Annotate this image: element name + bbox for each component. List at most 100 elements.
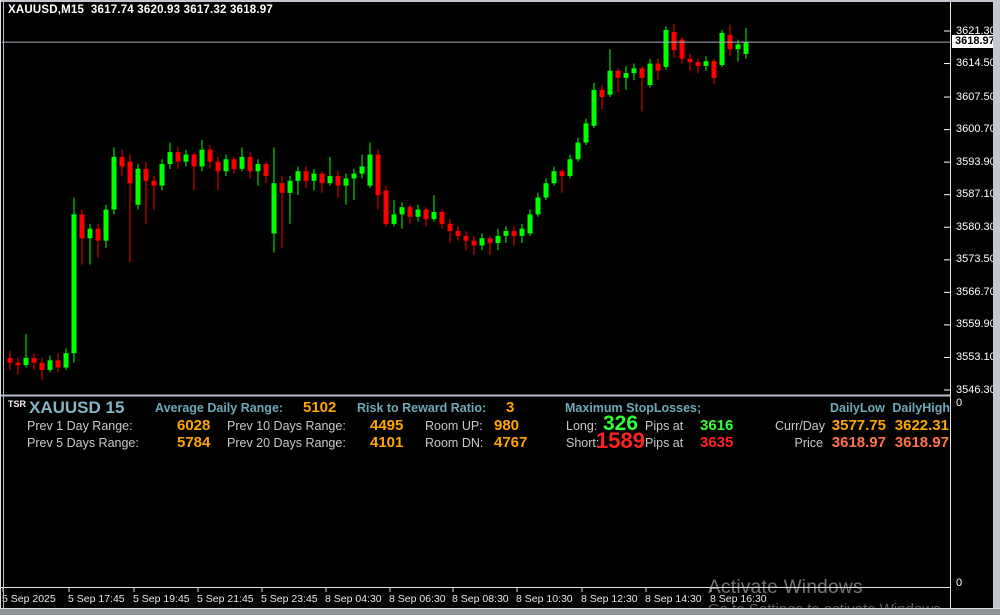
roomup-value: 980 <box>494 417 520 434</box>
window-frame-right[interactable] <box>993 0 1000 615</box>
candle-body <box>95 228 101 241</box>
prev10-label: Prev 10 Days Range: <box>227 419 346 433</box>
prev10-value: 4495 <box>370 417 404 434</box>
candle-body <box>391 214 397 224</box>
time-axis-label: 8 Sep 06:30 <box>389 593 446 605</box>
candle-body <box>503 231 509 236</box>
price-axis-label: 3593.90 <box>956 155 996 168</box>
window-frame-top <box>0 0 1000 2</box>
time-axis-label: 8 Sep 10:30 <box>516 593 573 605</box>
rrr-value: 3 <box>506 399 515 416</box>
candle-body <box>199 149 205 167</box>
candle-body <box>287 180 293 193</box>
candle-body <box>175 152 181 162</box>
candle-body <box>247 156 253 172</box>
prev20-label: Prev 20 Days Range: <box>227 436 346 450</box>
short-price-value: 3635 <box>700 434 734 451</box>
candle-body <box>591 89 597 126</box>
roomdn-value: 4767 <box>494 434 528 451</box>
candle-body <box>183 154 189 162</box>
time-axis-label: 8 Sep 04:30 <box>325 593 382 605</box>
candle-body <box>511 231 517 236</box>
candle-body <box>463 235 469 241</box>
time-axis-label: 5 Sep 17:45 <box>68 593 125 605</box>
candle-body <box>231 159 237 169</box>
candle-body <box>159 164 165 186</box>
candle-body <box>303 171 309 181</box>
candle-body <box>399 207 405 215</box>
short-label: Short: <box>566 436 600 450</box>
currday-high-value: 3622.31 <box>894 417 949 434</box>
long-price-value: 3616 <box>700 417 734 434</box>
panel-symbol-title: XAUUSD 15 <box>29 398 125 417</box>
candle-body <box>383 190 389 224</box>
price-high-value: 3618.97 <box>894 434 949 451</box>
price-axis-label: 3566.70 <box>956 285 996 298</box>
candle-body <box>375 154 381 196</box>
candle-body <box>639 68 645 78</box>
time-axis-label: 8 Sep 08:30 <box>452 593 509 605</box>
candle-body <box>39 362 45 370</box>
candle-body <box>151 180 157 186</box>
candle-body <box>31 357 37 363</box>
time-axis-label: 5 Sep 2025 <box>2 593 56 605</box>
candle-body <box>47 360 53 370</box>
price-axis-label: 3580.30 <box>956 220 996 233</box>
dailyhigh-header: DailyHigh <box>892 401 950 415</box>
candle-body <box>63 353 69 368</box>
prev20-value: 4101 <box>370 434 404 451</box>
adr-value: 5102 <box>303 399 337 416</box>
candle-body <box>271 183 277 234</box>
price-axis-label: 3614.50 <box>956 57 996 70</box>
candle-body <box>255 164 261 172</box>
window-frame-left-inner <box>3 0 4 612</box>
price-axis-label: 3559.90 <box>956 318 996 331</box>
candle-body <box>23 357 29 366</box>
candle-body <box>703 61 709 66</box>
candle-body <box>79 214 85 239</box>
candle-body <box>543 183 549 198</box>
candle-body <box>575 142 581 160</box>
candle-body <box>167 152 173 165</box>
candle-body <box>359 166 365 174</box>
rrr-label: Risk to Reward Ratio: <box>357 401 487 415</box>
candle-body <box>311 173 317 181</box>
candle-body <box>431 211 437 220</box>
time-axis-label: 8 Sep 14:30 <box>645 593 702 605</box>
chart-title-ohlc: XAUUSD,M15 3617.74 3620.93 3617.32 3618.… <box>8 4 273 16</box>
candle-body <box>655 63 661 71</box>
candle-body <box>607 70 613 95</box>
roomup-label: Room UP: <box>425 419 483 433</box>
candle-body <box>71 214 77 354</box>
chart-canvas[interactable] <box>0 0 993 615</box>
prev5-value: 5784 <box>177 434 211 451</box>
prev1-value: 6028 <box>177 417 211 434</box>
mt4-chart-window: XAUUSD,M15 3617.74 3620.93 3617.32 3618.… <box>0 0 1000 615</box>
candle-body <box>423 209 429 220</box>
candle-body <box>671 31 677 51</box>
candle-body <box>319 173 325 184</box>
current-price-badge: 3618.97 <box>952 35 996 49</box>
candle-body <box>7 357 13 363</box>
candle-body <box>735 44 741 50</box>
time-axis-label: 5 Sep 19:45 <box>133 593 190 605</box>
candle-body <box>135 168 141 205</box>
currday-low-value: 3577.75 <box>831 417 886 434</box>
candle-body <box>415 209 421 217</box>
candle-body <box>407 207 413 217</box>
candle-body <box>583 123 589 143</box>
price-axis-label: 3573.50 <box>956 253 996 266</box>
price-axis-label: 3607.50 <box>956 90 996 103</box>
candle-body <box>335 176 341 186</box>
prev1-label: Prev 1 Day Range: <box>27 419 133 433</box>
candle-body <box>111 156 117 210</box>
candle-body <box>719 32 725 65</box>
prev5-label: Prev 5 Days Range: <box>27 436 139 450</box>
roomdn-label: Room DN: <box>425 436 484 450</box>
candle-body <box>127 161 133 184</box>
candle-body <box>191 154 197 167</box>
candle-body <box>15 362 21 366</box>
activate-windows-watermark: Activate Windows <box>708 577 863 598</box>
candle-body <box>343 178 349 186</box>
candle-body <box>479 238 485 246</box>
